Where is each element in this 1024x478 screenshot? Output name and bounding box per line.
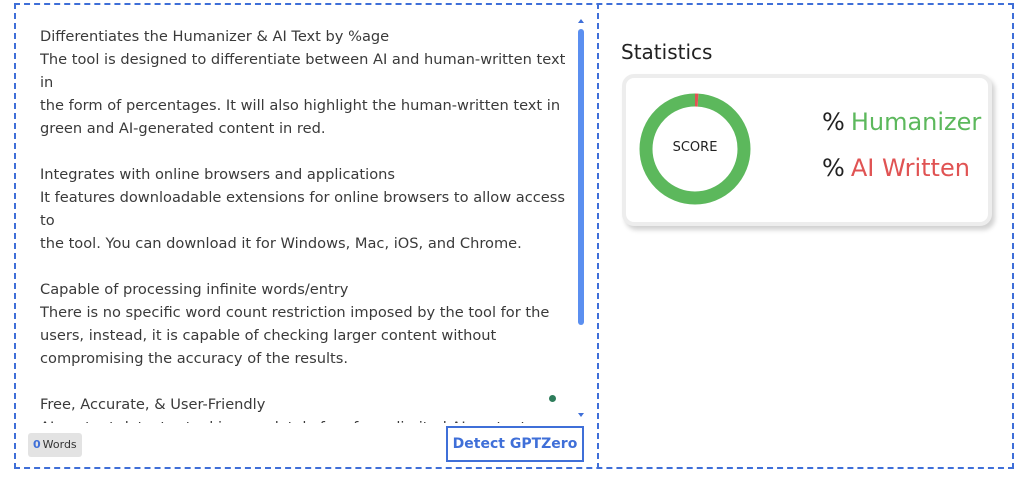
paragraph-line: green and AI-generated content in red.	[40, 120, 326, 137]
editor-paragraph: Integrates with online browsers and appl…	[40, 163, 568, 255]
paragraph-line: The tool is designed to differentiate be…	[40, 51, 566, 91]
paragraph-line: It features downloadable extensions for …	[40, 189, 565, 229]
paragraph-heading: Free, Accurate, & User-Friendly	[40, 396, 266, 413]
ai-written-label: AI Written	[850, 154, 970, 182]
paragraph-heading: Capable of processing infinite words/ent…	[40, 281, 349, 298]
word-count-badge: 0 Words	[28, 433, 82, 457]
panel-divider	[597, 3, 599, 469]
paragraph-line: the form of percentages. It will also hi…	[40, 97, 561, 114]
editor-paragraph: Capable of processing infinite words/ent…	[40, 278, 568, 370]
scroll-down-arrow-icon[interactable]	[578, 413, 584, 417]
paragraph-heading: Differentiates the Humanizer & AI Text b…	[40, 28, 390, 45]
text-input-area[interactable]: Differentiates the Humanizer & AI Text b…	[40, 25, 568, 423]
detect-gptzero-button[interactable]: Detect GPTZero	[446, 426, 584, 462]
humanizer-label: Humanizer	[850, 108, 982, 136]
paragraph-line: the tool. You can download it for Window…	[40, 235, 522, 252]
paragraph-line: compromising the accuracy of the results…	[40, 350, 349, 367]
paragraph-line: There is no specific word count restrict…	[40, 304, 550, 321]
paragraph-heading: Integrates with online browsers and appl…	[40, 166, 395, 183]
editor-paragraph: Free, Accurate, & User-Friendly AI conte…	[40, 393, 568, 423]
status-dot-icon	[549, 395, 556, 402]
legend-humanizer: % Humanizer	[822, 108, 981, 136]
scrollbar-thumb[interactable]	[578, 29, 584, 325]
input-panel: Differentiates the Humanizer & AI Text b…	[16, 5, 596, 467]
scrollbar[interactable]	[578, 19, 584, 423]
statistics-title: Statistics	[621, 40, 713, 64]
humanizer-percent-value: %	[822, 108, 845, 136]
editor-paragraph: Differentiates the Humanizer & AI Text b…	[40, 25, 568, 140]
gauge-score-label: SCORE	[672, 140, 718, 155]
ai-written-percent-value: %	[822, 154, 845, 182]
legend-ai-written: % AI Written	[822, 154, 970, 182]
paragraph-line: AI content detector tool is completely f…	[40, 416, 568, 423]
word-count-label: Words	[42, 438, 77, 451]
paragraph-line: users, instead, it is capable of checkin…	[40, 327, 497, 344]
word-count-value: 0	[33, 438, 41, 451]
scroll-up-arrow-icon[interactable]	[578, 19, 584, 23]
